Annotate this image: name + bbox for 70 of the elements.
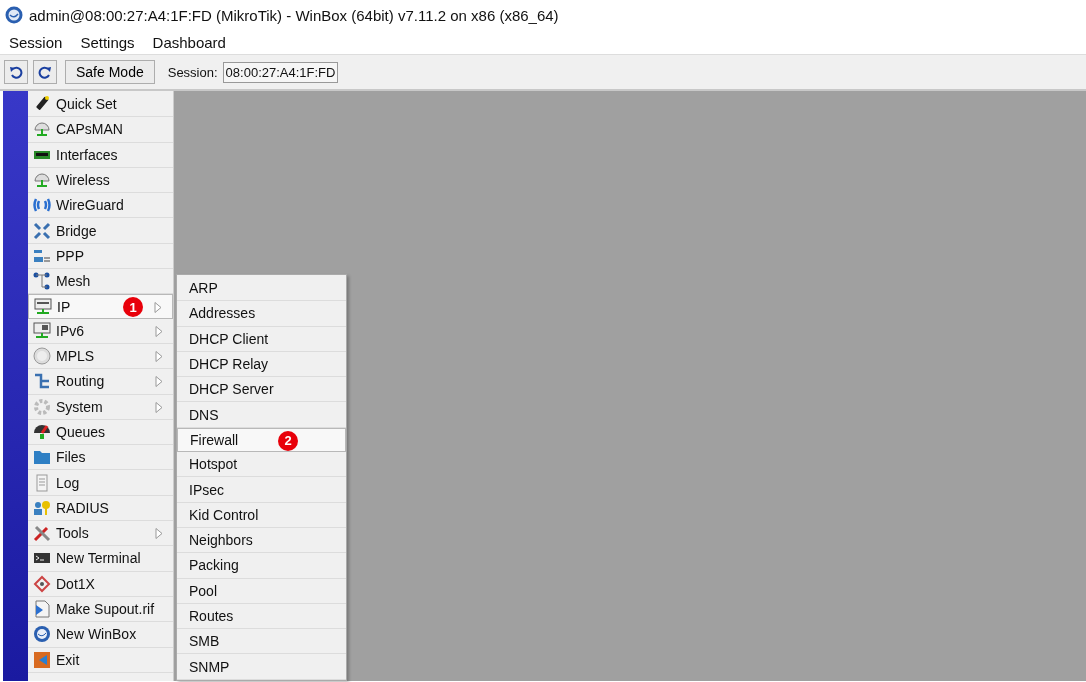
submenu-item[interactable]: IPsec <box>177 477 346 503</box>
submenu-item[interactable]: ARP <box>177 276 346 302</box>
menu-icon <box>33 498 51 517</box>
sidebar-item[interactable]: New WinBox <box>28 622 173 648</box>
menu-icon <box>33 347 51 366</box>
window-title: admin@08:00:27:A4:1F:FD (MikroTik) - WinBox (64bit) v7.11.2 on x86 (x86_64) <box>29 6 559 24</box>
undo-icon <box>9 65 23 79</box>
session-label: Session: <box>167 64 218 80</box>
submenu-item[interactable]: Hotspot <box>177 452 346 478</box>
menu-icon <box>33 321 51 340</box>
menu-icon <box>33 574 51 593</box>
sidebar-item[interactable]: Exit <box>28 647 173 673</box>
sidebar-item[interactable]: New Terminal <box>28 546 173 572</box>
menu-icon <box>33 221 51 240</box>
menu-icon <box>33 397 51 416</box>
sidebar-item[interactable]: Routing <box>28 369 173 395</box>
sidebar-item[interactable]: MPLS <box>28 343 173 370</box>
menu-icon <box>33 171 51 190</box>
sidebar-item[interactable]: Quick Set <box>28 92 173 118</box>
submenu-item[interactable]: DHCP Client <box>177 326 346 352</box>
submenu-item[interactable]: SNMP <box>177 654 346 680</box>
submenu-item[interactable]: DNS <box>177 402 346 428</box>
menu-icon <box>33 372 51 391</box>
sidebar-item[interactable]: Tools <box>28 521 173 547</box>
sidebar-item[interactable]: CAPsMAN <box>28 117 173 143</box>
submenu-item[interactable]: Kid Control <box>177 502 346 528</box>
sidebar-item[interactable]: WireGuard <box>28 193 173 219</box>
submenu-item[interactable]: Addresses <box>177 301 346 327</box>
submenu-item[interactable]: Neighbors <box>177 527 346 554</box>
app-logo-icon <box>5 6 23 24</box>
menu-icon <box>33 120 51 139</box>
submenu-item[interactable]: Pool <box>177 578 346 604</box>
safe-mode-button[interactable]: Safe Mode <box>65 60 155 84</box>
menu-item[interactable]: Dashboard <box>152 33 226 51</box>
menu-icon <box>33 625 51 644</box>
redo-icon <box>38 65 52 79</box>
redo-button[interactable] <box>33 60 57 84</box>
sidebar-item[interactable]: Interfaces <box>28 142 173 168</box>
submenu-item[interactable]: DHCP Server <box>177 377 346 403</box>
sidebar-item[interactable]: PPP <box>28 243 173 270</box>
sidebar-item[interactable]: IP 1 <box>28 294 173 319</box>
sidebar-item[interactable]: Dot1X <box>28 571 173 597</box>
sidebar-item[interactable]: Log <box>28 470 173 496</box>
menu-icon <box>33 448 51 467</box>
step-badge: 2 <box>278 430 298 451</box>
sidebar-item[interactable]: RADIUS <box>28 495 173 522</box>
menu-icon <box>33 473 51 492</box>
menu-item[interactable]: Session <box>9 33 63 51</box>
menu-icon <box>33 524 51 543</box>
sidebar-item[interactable]: Bridge <box>28 218 173 244</box>
sidebar-item[interactable]: IPv6 <box>28 318 173 344</box>
menu-icon <box>33 272 51 291</box>
menu-icon <box>33 423 51 441</box>
submenu-item[interactable]: SMB <box>177 629 346 655</box>
menu-icon <box>34 297 52 316</box>
sidebar-item[interactable]: Files <box>28 445 173 471</box>
sidebar-item[interactable]: Queues <box>28 419 173 446</box>
submenu-item[interactable]: Packing <box>177 553 346 579</box>
undo-button[interactable] <box>4 60 28 84</box>
menu-item[interactable]: Settings <box>80 33 135 51</box>
sidebar-item[interactable]: Make Supout.rif <box>28 596 173 623</box>
menu-icon <box>33 600 51 619</box>
session-field[interactable]: 08:00:27:A4:1F:FD <box>222 61 339 83</box>
submenu-item[interactable]: Routes <box>177 603 346 630</box>
step-badge: 1 <box>123 297 143 318</box>
submenu-item[interactable]: DHCP Relay <box>177 351 346 378</box>
menu-icon <box>33 650 51 669</box>
submenu-item[interactable]: Firewall 2 <box>177 427 346 453</box>
sidebar-item[interactable]: System <box>28 394 173 420</box>
sidebar-item[interactable]: Wireless <box>28 167 173 194</box>
